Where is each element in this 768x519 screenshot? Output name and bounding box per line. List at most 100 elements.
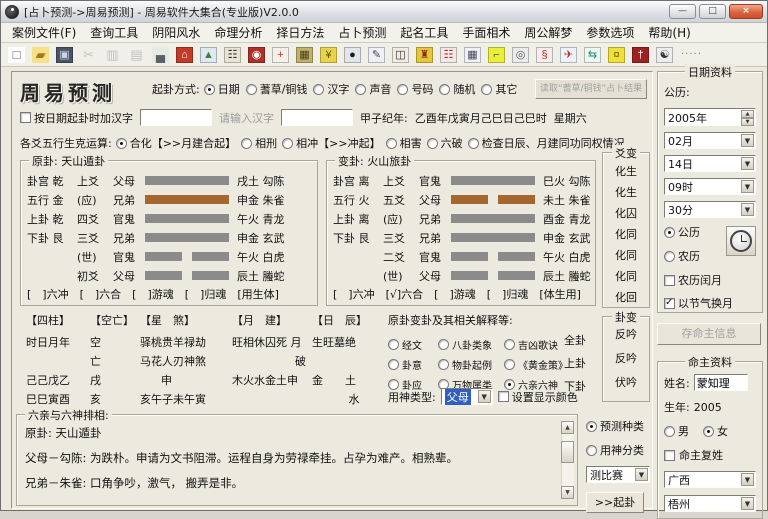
cast-method-option[interactable]: 声音 [355, 81, 391, 97]
menu-item[interactable]: 帮助(H) [641, 22, 697, 43]
predict-kind-radio[interactable]: 预测种类 [586, 418, 644, 434]
grid-red-icon[interactable]: ☷ [437, 44, 460, 65]
yongshen-class-radio[interactable]: 用神分类 [586, 442, 644, 458]
menu-item[interactable]: 阴阳风水 [145, 22, 207, 43]
maximize-button[interactable]: □ [699, 4, 726, 19]
wuxing-option[interactable]: 六破 [427, 135, 463, 151]
interpretation-option[interactable]: 八卦类象 [438, 337, 504, 352]
spin-down-icon[interactable]: ▼ [741, 118, 754, 126]
display-color-checkbox[interactable]: 设置显示颜色 [498, 389, 578, 405]
read-result-button[interactable]: 读取“蓍草/铜钱”占卜结果 [535, 79, 647, 99]
key-icon[interactable]: ¤ [605, 44, 628, 65]
interpretation-option[interactable]: 经文 [388, 337, 438, 352]
grid-icon[interactable]: ☷ [221, 44, 244, 65]
new-file-icon[interactable]: □ [5, 44, 28, 65]
add-hanzi-checkbox[interactable]: 按日期起卦时加汉字 [20, 110, 133, 126]
scrollbar[interactable]: ▲ ▼ [561, 421, 574, 499]
chevron-down-icon[interactable]: ▼ [741, 497, 754, 510]
star-icon[interactable]: + [269, 44, 292, 65]
female-radio[interactable]: 女 [703, 423, 728, 439]
cast-method-option[interactable]: 其它 [481, 81, 517, 97]
menu-item[interactable]: 参数选项 [579, 22, 641, 43]
changed-gua-flags[interactable]: [ ]六冲 [√]六合 [ ]游魂 [ ]归魂 [体生用] [333, 286, 581, 302]
qigua-button[interactable]: >>起卦 [586, 492, 644, 513]
cast-method-option[interactable]: 号码 [397, 81, 433, 97]
figure-red-icon[interactable]: † [629, 44, 652, 65]
stamp-icon[interactable]: ◎ [509, 44, 532, 65]
crystal-ball-icon[interactable]: ● [341, 44, 364, 65]
day-dropdown[interactable]: 14日 ▼ [664, 155, 756, 172]
chevron-down-icon[interactable]: ▼ [741, 157, 754, 170]
cast-method-option[interactable]: 蓍草/铜钱 [246, 81, 308, 97]
chevron-down-icon[interactable]: ▼ [741, 203, 754, 216]
wuxing-option[interactable]: 合化【>>月建合起】 [116, 135, 236, 151]
spin-up-icon[interactable]: ▲ [741, 110, 754, 118]
close-button[interactable]: × [729, 4, 763, 19]
moneybag-icon[interactable]: ¥ [317, 44, 340, 65]
lunar-calendar-radio[interactable]: 农历 [664, 248, 700, 264]
menu-item[interactable]: 周公解梦 [517, 22, 579, 43]
open-folder-icon[interactable]: ▰ [29, 44, 52, 65]
scroll-down-icon[interactable]: ▼ [561, 486, 574, 499]
scope-label[interactable]: 上卦 [564, 355, 586, 371]
print-icon[interactable]: ▄ [149, 44, 172, 65]
interpretation-option[interactable]: 物卦起例 [438, 357, 504, 372]
wuxing-option[interactable]: 相刑 [241, 135, 277, 151]
menu-item[interactable]: 起名工具 [393, 22, 455, 43]
grid-3d-icon[interactable]: ▦ [461, 44, 484, 65]
wuxing-option[interactable]: 相害 [386, 135, 422, 151]
original-gua-flags[interactable]: [ ]六冲 [ ]六合 [ ]游魂 [ ]归魂 [用生体] [27, 286, 279, 302]
jieqi-checkbox[interactable]: 以节气换月 [664, 295, 733, 311]
scrollbar-thumb[interactable] [561, 441, 574, 463]
paste-icon[interactable]: ▤ [125, 44, 148, 65]
chevron-down-icon[interactable]: ▼ [741, 134, 754, 147]
menu-item[interactable]: 命理分析 [207, 22, 269, 43]
name-input[interactable] [694, 374, 748, 391]
scope-label[interactable]: 全卦 [564, 332, 586, 348]
cast-method-option[interactable]: 汉字 [313, 81, 349, 97]
menu-item[interactable]: 查询工具 [83, 22, 145, 43]
hour-dropdown[interactable]: 09时 ▼ [664, 178, 756, 195]
hanzi-input-2[interactable] [281, 109, 353, 126]
toolbar-overflow[interactable]: ····· [681, 49, 702, 60]
minimize-button[interactable]: — [669, 4, 696, 19]
menu-item[interactable]: 手面相术 [455, 22, 517, 43]
cut-icon[interactable]: ✂ [77, 44, 100, 65]
clock-button[interactable] [726, 226, 756, 256]
predict-type-dropdown[interactable]: 测比赛 ▼ [586, 466, 650, 483]
save-owner-button[interactable]: 存命主信息 [657, 323, 761, 345]
landscape-icon[interactable]: ▲ [197, 44, 220, 65]
menu-item[interactable]: 占卜预测 [331, 22, 393, 43]
male-radio[interactable]: 男 [664, 423, 689, 439]
solar-calendar-radio[interactable]: 公历 [664, 224, 700, 240]
writing-icon[interactable]: ✎ [365, 44, 388, 65]
compound-surname-checkbox[interactable]: 命主复姓 [664, 447, 756, 463]
month-dropdown[interactable]: 02月 ▼ [664, 132, 756, 149]
menu-item[interactable]: 案例文件(F) [5, 22, 83, 43]
plane-icon[interactable]: ✈ [557, 44, 580, 65]
wuxing-option[interactable]: 检查日辰、月建同功同权情况 [468, 135, 625, 151]
wuxing-option[interactable]: 相冲【>>冲起】 [282, 135, 380, 151]
province-dropdown[interactable]: 广西 ▼ [664, 471, 756, 488]
hanzi-input-1[interactable] [140, 109, 212, 126]
title-bar[interactable]: [占卜预测->周易预测] - 周易软件大集合(专业版)V2.0.0 — □ × [1, 1, 767, 23]
year-spinner[interactable]: 2005年 ▲▼ [664, 108, 756, 126]
cast-method-option[interactable]: 日期 [204, 81, 240, 97]
chevron-down-icon[interactable]: ▼ [478, 390, 491, 403]
scroll-up-icon[interactable]: ▲ [561, 421, 574, 434]
interpretation-option[interactable]: 卦意 [388, 357, 438, 372]
save-icon[interactable]: ▣ [53, 44, 76, 65]
faucet-icon[interactable]: ⌐ [485, 44, 508, 65]
copy-icon[interactable]: ▥ [101, 44, 124, 65]
coin-icon[interactable]: ☯ [653, 44, 676, 65]
person-desk-icon[interactable]: ◫ [389, 44, 412, 65]
menu-item[interactable]: 择日方法 [269, 22, 331, 43]
dragon-icon[interactable]: § [533, 44, 556, 65]
house-icon[interactable]: ⌂ [173, 44, 196, 65]
arrows-icon[interactable]: ⇆ [581, 44, 604, 65]
temple-icon[interactable]: ♜ [413, 44, 436, 65]
leap-month-checkbox[interactable]: 农历闰月 [664, 272, 722, 288]
yongshen-type-dropdown[interactable]: 父母 ▼ [441, 388, 493, 405]
chevron-down-icon[interactable]: ▼ [741, 473, 754, 486]
chevron-down-icon[interactable]: ▼ [741, 180, 754, 193]
